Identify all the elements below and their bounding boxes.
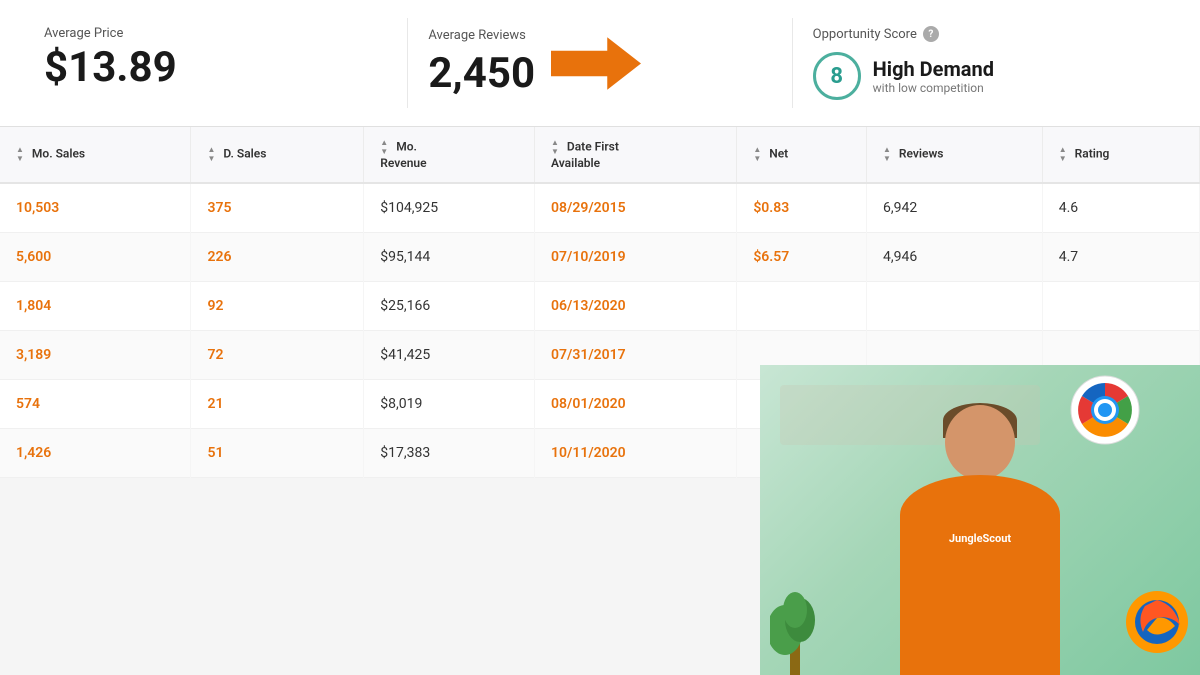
plant-icon — [770, 555, 820, 675]
cell-net: $0.83 — [737, 183, 867, 233]
score-circle: 8 — [813, 52, 861, 100]
shirt-text: JungleScout — [949, 532, 1011, 545]
cell-d_sales: 375 — [191, 183, 364, 233]
cell-rating: 4.6 — [1042, 183, 1199, 233]
col-net[interactable]: ▲▼ Net — [737, 127, 867, 183]
col-reviews[interactable]: ▲▼ Reviews — [866, 127, 1042, 183]
sort-icons-date: ▲▼ — [551, 139, 559, 156]
cell-date_first_available: 06/13/2020 — [535, 282, 737, 331]
col-mo-sales[interactable]: ▲▼ Mo. Sales — [0, 127, 191, 183]
demand-text: High Demand with low competition — [873, 57, 994, 95]
opportunity-header: Opportunity Score ? — [813, 26, 1156, 42]
overlay-image: JungleScout — [760, 365, 1200, 675]
cell-date_first_available: 08/29/2015 — [535, 183, 737, 233]
average-reviews-card: Average Reviews 2,450 — [408, 18, 792, 108]
table-row: 10,503375$104,92508/29/2015$0.836,9424.6 — [0, 183, 1200, 233]
cell-reviews: 4,946 — [866, 233, 1042, 282]
col-d-sales[interactable]: ▲▼ D. Sales — [191, 127, 364, 183]
cell-mo_sales: 1,426 — [0, 429, 191, 478]
cell-mo_sales: 3,189 — [0, 331, 191, 380]
table-row: 1,80492$25,16606/13/2020 — [0, 282, 1200, 331]
cell-reviews — [866, 282, 1042, 331]
cell-mo_revenue: $41,425 — [364, 331, 535, 380]
cell-rating — [1042, 282, 1199, 331]
average-price-card: Average Price $13.89 — [24, 18, 408, 108]
cell-d_sales: 92 — [191, 282, 364, 331]
cell-mo_revenue: $104,925 — [364, 183, 535, 233]
arrow-right-icon — [551, 36, 641, 91]
chrome-icon — [1070, 375, 1140, 445]
sort-icons-net: ▲▼ — [753, 146, 761, 163]
person-head — [945, 405, 1015, 480]
firefox-icon — [1125, 590, 1190, 655]
cell-net: $6.57 — [737, 233, 867, 282]
cell-date_first_available: 07/10/2019 — [535, 233, 737, 282]
cell-d_sales: 21 — [191, 380, 364, 429]
cell-mo_revenue: $95,144 — [364, 233, 535, 282]
cell-mo_revenue: $17,383 — [364, 429, 535, 478]
cell-mo_sales: 574 — [0, 380, 191, 429]
cell-reviews: 6,942 — [866, 183, 1042, 233]
cell-date_first_available: 10/11/2020 — [535, 429, 737, 478]
sort-icons-reviews: ▲▼ — [883, 146, 891, 163]
cell-net — [737, 282, 867, 331]
average-price-value: $13.89 — [44, 47, 387, 89]
opportunity-score-card: Opportunity Score ? 8 High Demand with l… — [793, 18, 1176, 108]
cell-d_sales: 72 — [191, 331, 364, 380]
cell-mo_revenue: $25,166 — [364, 282, 535, 331]
cell-date_first_available: 07/31/2017 — [535, 331, 737, 380]
table-header-row: ▲▼ Mo. Sales ▲▼ D. Sales ▲▼ Mo.Revenue ▲… — [0, 127, 1200, 183]
help-icon[interactable]: ? — [923, 26, 939, 42]
col-rating[interactable]: ▲▼ Rating — [1042, 127, 1199, 183]
cell-mo_revenue: $8,019 — [364, 380, 535, 429]
low-competition-label: with low competition — [873, 81, 994, 95]
cell-mo_sales: 10,503 — [0, 183, 191, 233]
average-reviews-value: 2,450 — [428, 49, 535, 98]
high-demand-label: High Demand — [873, 57, 994, 81]
cell-d_sales: 226 — [191, 233, 364, 282]
average-price-label: Average Price — [44, 26, 387, 41]
opportunity-score-label: Opportunity Score — [813, 27, 917, 42]
col-mo-revenue[interactable]: ▲▼ Mo.Revenue — [364, 127, 535, 183]
sort-icons-d-sales: ▲▼ — [207, 146, 215, 163]
cell-mo_sales: 5,600 — [0, 233, 191, 282]
cell-date_first_available: 08/01/2020 — [535, 380, 737, 429]
cell-rating: 4.7 — [1042, 233, 1199, 282]
average-reviews-label: Average Reviews — [428, 28, 535, 43]
metrics-bar: Average Price $13.89 Average Reviews 2,4… — [0, 0, 1200, 127]
person-body — [900, 475, 1060, 675]
sort-icons-mo-revenue: ▲▼ — [380, 139, 388, 156]
sort-icons-mo-sales: ▲▼ — [16, 146, 24, 163]
cell-d_sales: 51 — [191, 429, 364, 478]
cell-mo_sales: 1,804 — [0, 282, 191, 331]
sort-icons-rating: ▲▼ — [1059, 146, 1067, 163]
table-row: 5,600226$95,14407/10/2019$6.574,9464.7 — [0, 233, 1200, 282]
person-background: JungleScout — [760, 365, 1200, 675]
col-date-first-available[interactable]: ▲▼ Date FirstAvailable — [535, 127, 737, 183]
opportunity-content: 8 High Demand with low competition — [813, 52, 1156, 100]
